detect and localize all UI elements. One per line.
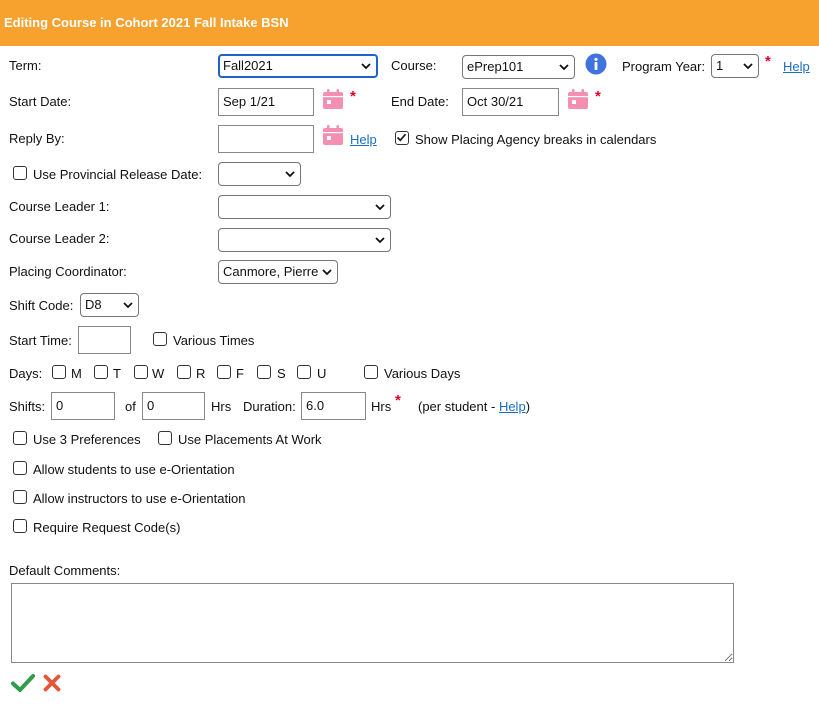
required-marker: * [350,88,356,105]
require-request-code-label: Require Request Code(s) [33,520,181,535]
program-year-help-link[interactable]: Help [783,59,810,74]
term-select[interactable]: Fall2021 [218,54,378,78]
use-placements-at-work-checkbox[interactable] [158,431,172,445]
day-s-checkbox[interactable] [257,365,271,379]
shifts-total-input[interactable]: 0 [142,392,205,420]
show-breaks-label: Show Placing Agency breaks in calendars [415,132,657,147]
duration-hrs-label: Hrs [371,399,392,414]
use-3-preferences-label: Use 3 Preferences [33,432,141,447]
required-marker: * [765,53,771,70]
chevron-down-icon [559,64,569,71]
show-breaks-checkbox[interactable] [395,131,409,145]
provincial-release-select[interactable] [218,162,301,186]
day-r-checkbox[interactable] [177,365,191,379]
day-s-label: S [277,366,286,381]
shifts-input[interactable]: 0 [51,392,115,420]
course-leader-1-label: Course Leader 1: [9,199,110,214]
duration-note-prefix: (per student - [418,399,499,414]
chevron-down-icon [375,237,385,244]
term-value: Fall2021 [223,58,273,73]
various-days-checkbox[interactable] [364,365,378,379]
shifts-of-label: of [125,399,136,414]
shifts-hrs-label: Hrs [211,399,232,414]
chevron-down-icon [375,204,385,211]
chevron-down-icon [285,171,295,178]
day-m-label: M [71,366,82,381]
calendar-icon[interactable] [322,88,344,110]
course-select[interactable]: ePrep101 [462,55,575,79]
end-date-label: End Date: [391,94,449,109]
day-f-label: F [236,366,244,381]
day-u-label: U [317,366,327,381]
page-title: Editing Course in Cohort 2021 Fall Intak… [0,0,819,46]
start-date-input[interactable]: Sep 1/21 [218,88,314,116]
require-request-code-checkbox[interactable] [13,519,27,533]
allow-students-checkbox[interactable] [13,461,27,475]
duration-label: Duration: [243,399,296,414]
day-u-checkbox[interactable] [297,365,311,379]
duration-help-link[interactable]: Help [499,399,526,414]
course-leader-1-select[interactable] [218,195,391,219]
provincial-release-label: Use Provincial Release Date: [33,167,203,182]
course-leader-2-select[interactable] [218,228,391,252]
day-r-label: R [196,366,206,381]
course-value: ePrep101 [467,59,524,74]
allow-instructors-checkbox[interactable] [13,490,27,504]
end-date-input[interactable]: Oct 30/21 [462,88,559,116]
start-time-label: Start Time: [9,333,72,348]
reply-by-help-link[interactable]: Help [350,132,377,147]
chevron-down-icon [123,302,133,309]
day-t-checkbox[interactable] [94,365,108,379]
reply-by-label: Reply By: [9,131,65,146]
various-days-label: Various Days [384,366,461,381]
provincial-release-checkbox[interactable] [13,166,27,180]
program-year-value: 1 [716,58,724,73]
shift-code-label: Shift Code: [9,298,74,313]
placing-coordinator-select[interactable]: Canmore, Pierre [218,260,338,284]
day-f-checkbox[interactable] [217,365,231,379]
day-w-checkbox[interactable] [134,365,148,379]
calendar-icon[interactable] [322,124,344,146]
chevron-down-icon [743,63,753,70]
chevron-down-icon [361,63,371,70]
placing-coordinator-label: Placing Coordinator: [9,264,127,279]
various-times-checkbox[interactable] [153,332,167,346]
course-label: Course: [391,58,437,73]
term-label: Term: [9,58,42,73]
shift-code-select[interactable]: D8 [80,293,139,317]
info-icon[interactable] [585,53,607,75]
default-comments-label: Default Comments: [9,563,121,578]
program-year-label: Program Year: [622,59,706,74]
checkmark-icon [396,133,407,142]
chevron-down-icon [322,269,332,276]
allow-students-label: Allow students to use e-Orientation [33,462,235,477]
start-date-label: Start Date: [9,94,72,109]
default-comments-textarea[interactable] [11,583,734,663]
day-m-checkbox[interactable] [52,365,66,379]
reply-by-input[interactable] [218,125,314,153]
shift-code-value: D8 [85,297,102,312]
shifts-label: Shifts: [9,399,46,414]
day-t-label: T [113,366,121,381]
program-year-select[interactable]: 1 [711,54,759,78]
duration-input[interactable]: 6.0 [301,392,366,420]
course-leader-2-label: Course Leader 2: [9,231,110,246]
placing-coordinator-value: Canmore, Pierre [223,264,319,279]
various-times-label: Various Times [173,333,255,348]
allow-instructors-label: Allow instructors to use e-Orientation [33,491,246,506]
duration-note: (per student - Help) [418,399,530,414]
day-w-label: W [152,366,165,381]
days-label: Days: [9,366,43,381]
duration-note-suffix: ) [525,399,531,414]
required-marker: * [395,392,401,409]
use-3-preferences-checkbox[interactable] [13,431,27,445]
checkmark-icon[interactable] [11,673,35,693]
use-placements-at-work-label: Use Placements At Work [178,432,322,447]
required-marker: * [595,88,601,105]
start-time-input[interactable] [78,326,131,354]
calendar-icon[interactable] [567,88,589,110]
x-icon[interactable] [43,674,61,692]
